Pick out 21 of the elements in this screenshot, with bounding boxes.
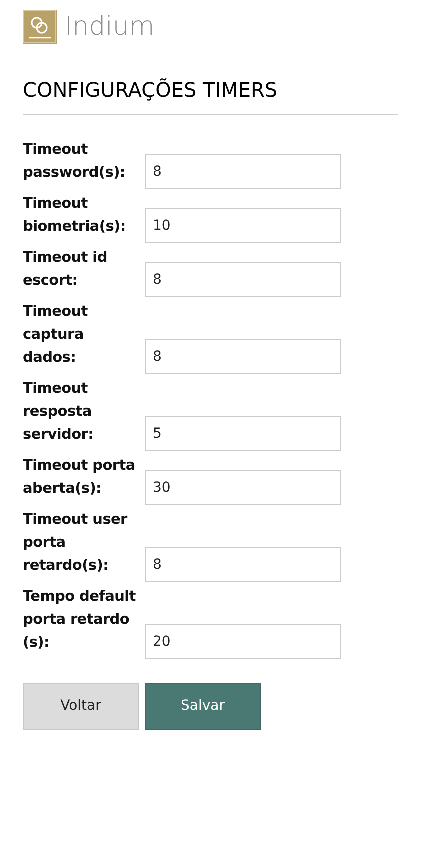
input-field[interactable]: 10 [145,208,341,243]
field-label: Timeout password(s): [23,141,126,183]
logo-icon [23,10,57,44]
field-label: Timeout biometria(s): [23,195,127,237]
input-field[interactable]: 20 [145,624,341,659]
back-button[interactable]: Voltar [23,683,139,730]
input-field[interactable]: 30 [145,470,341,505]
input-field[interactable]: 8 [145,547,341,582]
field-label: Timeout resposta servidor: [23,380,95,445]
field-label: Tempo default porta retardo (s): [23,588,137,653]
field-label: Timeout captura dados: [23,303,89,368]
input-field[interactable]: 8 [145,339,341,374]
page-title: CONFIGURAÇÕES TIMERS [23,77,279,103]
field-label: Timeout porta aberta(s): [23,457,136,499]
save-button[interactable]: Salvar [145,683,261,730]
field-label: Timeout id escort: [23,249,108,291]
input-field[interactable]: 5 [145,416,341,451]
field-label: Timeout user porta retardo(s): [23,511,129,576]
input-field[interactable]: 8 [145,154,341,189]
brand-name: Indium [65,14,155,40]
input-field[interactable]: 8 [145,262,341,297]
